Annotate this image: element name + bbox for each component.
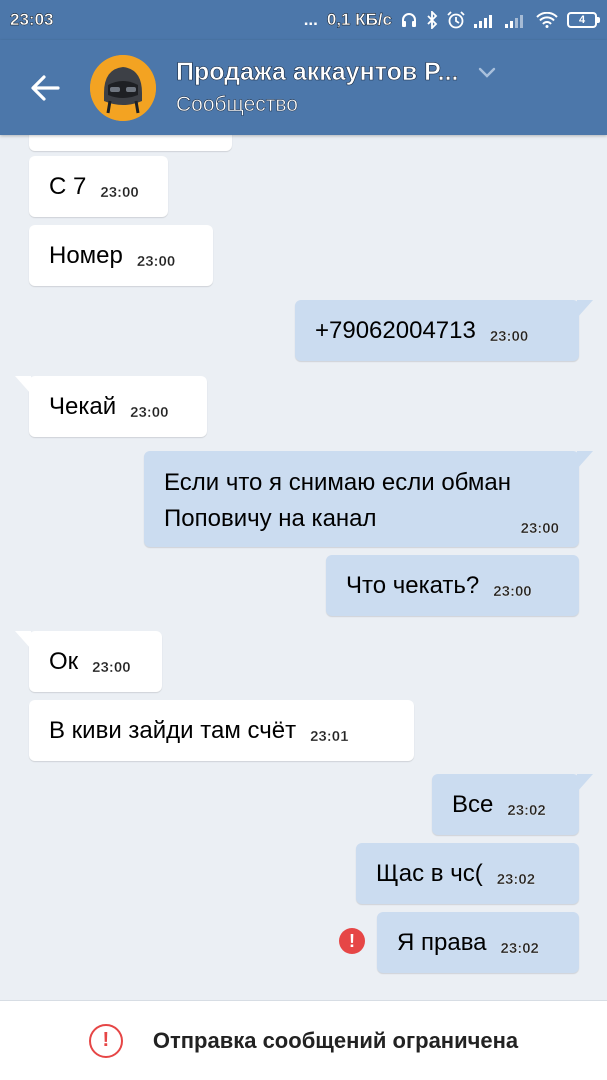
network-speed: 0,1 КБ/с [326, 10, 393, 29]
message-text: Номер [49, 241, 123, 269]
message-time: 23:00 [493, 583, 532, 600]
chat-title: Продажа аккаунтов P... [176, 58, 459, 87]
status-bar: 23:03 ... 0,1 КБ/с 4 [0, 0, 607, 40]
messaging-restricted-bar: ! Отправка сообщений ограничена [0, 1000, 607, 1080]
message-list[interactable]: С 7 23:00 Номер 23:00 +79062004713 23:00… [0, 135, 607, 1000]
message-line: Поповичу на канал [164, 505, 377, 532]
message-time: 23:02 [500, 940, 539, 957]
message-bubble-outgoing[interactable]: Если что я снимаю если обман Поповичу на… [144, 451, 593, 547]
message-text: Я права [397, 928, 487, 956]
message-text: Щас в чс( [376, 859, 483, 887]
send-error-icon[interactable]: ! [339, 928, 365, 954]
status-time: 23:03 [10, 10, 54, 29]
chat-subtitle: Сообщество [176, 93, 299, 117]
message-bubble[interactable]: Номер 23:00 [29, 225, 213, 286]
message-bubble-outgoing[interactable]: Что чекать? 23:00 [326, 555, 579, 616]
message-bubble[interactable]: Ок 23:00 [15, 631, 162, 692]
message-time: 23:00 [100, 184, 139, 201]
helmet-icon [90, 54, 156, 121]
status-icons: ... 0,1 КБ/с 4 [303, 10, 600, 30]
message-bubble[interactable]: Чекай 23:00 [15, 376, 207, 437]
message-time: 23:01 [310, 728, 349, 745]
chat-header: Продажа аккаунтов P... Сообщество [0, 40, 607, 135]
bluetooth-icon [426, 11, 438, 29]
message-text: Ок [49, 647, 79, 675]
message-bubble-outgoing[interactable]: +79062004713 23:00 [295, 300, 593, 361]
message-bubble-outgoing[interactable]: Щас в чс( 23:02 [356, 843, 579, 904]
message-bubble-outgoing[interactable]: Все 23:02 [432, 774, 593, 835]
message-bubble[interactable]: С 7 23:00 [29, 156, 168, 217]
message-text: Все [452, 790, 494, 818]
message-time: 23:00 [489, 328, 529, 345]
message-time: 23:00 [92, 659, 131, 676]
message-time: 23:02 [496, 871, 536, 888]
message-text: С 7 [49, 172, 87, 200]
message-bubble-clipped [29, 135, 232, 151]
message-time: 23:02 [507, 802, 546, 819]
message-text: Что чекать? [346, 571, 480, 599]
message-time: 23:00 [130, 404, 169, 421]
headphones-icon [401, 12, 417, 28]
message-text: Если что я снимаю если обман Поповичу на… [164, 465, 511, 537]
alarm-icon [447, 11, 465, 29]
message-bubble[interactable]: В киви зайди там счёт 23:01 [29, 700, 414, 761]
message-text: Чекай [49, 392, 117, 420]
header-title-block[interactable]: Продажа аккаунтов P... Сообщество [176, 58, 607, 117]
wifi-icon [536, 12, 558, 28]
chevron-down-icon[interactable] [478, 67, 496, 79]
back-button[interactable] [0, 40, 90, 135]
alert-icon: ! [88, 1023, 123, 1058]
message-line: Если что я снимаю если обман [164, 469, 511, 496]
arrow-left-icon [31, 74, 60, 101]
community-avatar[interactable] [90, 54, 156, 121]
signal-icon [474, 12, 496, 28]
more-dots: ... [303, 10, 318, 29]
restriction-notice: Отправка сообщений ограничена [152, 1027, 519, 1053]
message-time: 23:00 [136, 253, 176, 270]
battery-icon: 4 [567, 12, 600, 28]
message-time: 23:00 [520, 520, 559, 537]
message-bubble-outgoing-failed[interactable]: Я права 23:02 [377, 912, 579, 973]
message-text: В киви зайди там счёт [49, 716, 297, 744]
signal-icon-2 [505, 12, 527, 28]
message-text: +79062004713 [315, 316, 476, 344]
